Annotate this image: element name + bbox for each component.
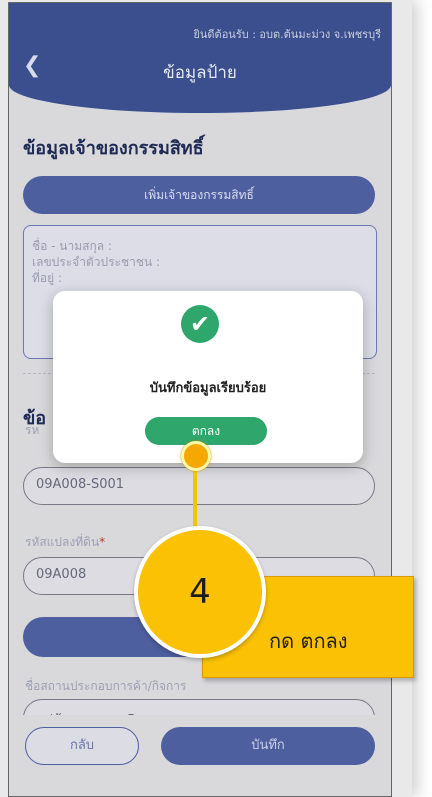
success-message: บันทึกข้อมูลเรียบร้อย [149,381,267,396]
sign-code-label: รห [25,423,40,437]
business-name-label: ชื่อสถานประกอบการค้า/กิจการ [25,679,187,693]
callout-instruction: กด ตกลง [269,629,348,653]
sign-code-input[interactable]: 09A008-S001 [23,467,375,505]
ok-button[interactable]: ตกลง [145,417,267,445]
owner-id-label: เลขประจำตัวประชาชน : [32,255,161,269]
owner-section-title: ข้อมูลเจ้าของกรรมสิทธิ์ [23,138,204,159]
parcel-code-label: รหัสแปลงที่ดิน* [25,535,106,549]
callout-pointer [181,441,211,471]
welcome-text: ยินดีต้อนรับ : อบต.ต้นมะม่วง จ.เพชรบุรี [193,28,381,41]
owner-address-label: ที่อยู่ : [32,271,63,285]
step-number: 4 [189,572,211,612]
back-button[interactable]: กลับ [25,727,139,765]
add-owner-button[interactable]: เพิ่มเจ้าของกรรมสิทธิ์ [23,176,375,214]
header: ยินดีต้อนรับ : อบต.ต้นมะม่วง จ.เพชรบุรี … [9,3,391,113]
owner-name-label: ชื่อ - นามสกุล : [32,239,112,253]
success-dialog: ✔ บันทึกข้อมูลเรียบร้อย ตกลง [53,291,363,463]
save-button[interactable]: บันทึก [161,727,375,765]
page-title: ข้อมูลป้าย [163,63,237,83]
check-circle-icon: ✔ [181,305,219,343]
step-badge: 4 [134,526,266,658]
